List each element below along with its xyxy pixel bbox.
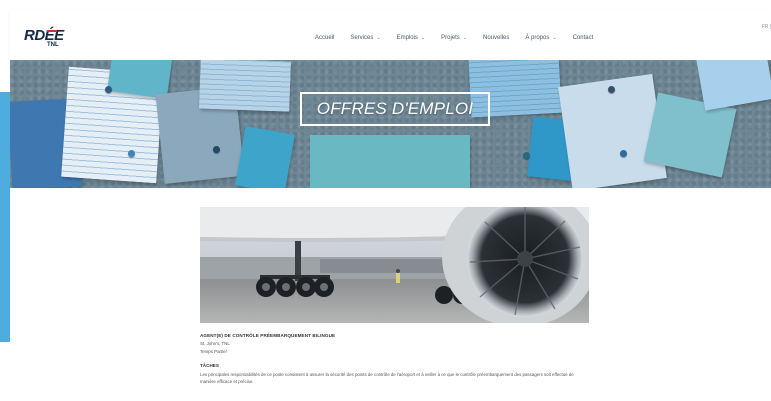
push-pin bbox=[213, 146, 220, 153]
job-image bbox=[200, 207, 589, 323]
language-switch[interactable]: FR | bbox=[762, 24, 771, 30]
hero-title-box: OFFRES D'EMPLOI bbox=[300, 92, 490, 126]
nav-item-emplois[interactable]: Emplois ⌄ bbox=[397, 35, 426, 41]
page: RDÉE TNL Accueil Services ⌄ Emplois ⌄ Proj… bbox=[0, 0, 771, 401]
nav-item-contact[interactable]: Contact bbox=[573, 35, 594, 41]
push-pin bbox=[523, 152, 530, 159]
logo-sub-text: TNL bbox=[47, 42, 59, 48]
chevron-down-icon: ⌄ bbox=[376, 35, 381, 41]
sticky-note bbox=[310, 135, 470, 188]
nav-item-projets[interactable]: Projets ⌄ bbox=[441, 35, 467, 41]
sticky-note bbox=[235, 126, 295, 188]
job-posting: AGENT(E) DE CONTRÔLE PRÉEMBARQUEMENT BIL… bbox=[200, 333, 600, 385]
airplane-engine-image bbox=[200, 207, 589, 323]
nav-item-label: Accueil bbox=[315, 35, 335, 41]
push-pin bbox=[105, 86, 112, 93]
job-type: Temps Partiel bbox=[200, 349, 227, 354]
chevron-down-icon: ⌄ bbox=[420, 35, 426, 41]
nav-item-accueil[interactable]: Accueil bbox=[315, 35, 334, 41]
chevron-down-icon: ⌄ bbox=[462, 35, 467, 41]
push-pin bbox=[128, 150, 135, 157]
nav-item-label: Services bbox=[350, 35, 374, 41]
job-section-title: TÂCHES bbox=[200, 363, 219, 368]
left-accent-strip bbox=[0, 92, 10, 342]
push-pin bbox=[608, 86, 615, 93]
push-pin bbox=[620, 150, 627, 157]
nav-item-label: À propos bbox=[525, 35, 550, 41]
job-description: Les principales responsabilités de ce po… bbox=[200, 372, 574, 384]
nav-item-label: Contact bbox=[572, 35, 594, 41]
sticky-note bbox=[199, 60, 291, 112]
nav-item-services[interactable]: Services ⌄ bbox=[350, 35, 380, 41]
site-header: RDÉE TNL Accueil Services ⌄ Emplois ⌄ Proj… bbox=[10, 10, 771, 60]
hero-title: OFFRES D'EMPLOI bbox=[316, 99, 474, 118]
nav-item-a-propos[interactable]: À propos ⌄ bbox=[525, 35, 556, 41]
site-logo[interactable]: RDÉE TNL bbox=[24, 27, 64, 51]
hero-banner: OFFRES D'EMPLOI bbox=[10, 60, 771, 188]
chevron-down-icon: ⌄ bbox=[552, 35, 557, 41]
main-nav: Accueil Services ⌄ Emplois ⌄ Projets ⌄ Nouv… bbox=[315, 35, 609, 41]
nav-item-label: Projets bbox=[441, 35, 460, 41]
job-title[interactable]: AGENT(E) DE CONTRÔLE PRÉEMBARQUEMENT BIL… bbox=[200, 333, 600, 338]
logo-accent-bar bbox=[47, 30, 57, 32]
job-location: St. John's, TNL bbox=[200, 341, 230, 346]
nav-item-label: Nouvelles bbox=[483, 35, 510, 41]
nav-item-nouvelles[interactable]: Nouvelles bbox=[483, 35, 509, 41]
nav-item-label: Emplois bbox=[396, 35, 418, 41]
